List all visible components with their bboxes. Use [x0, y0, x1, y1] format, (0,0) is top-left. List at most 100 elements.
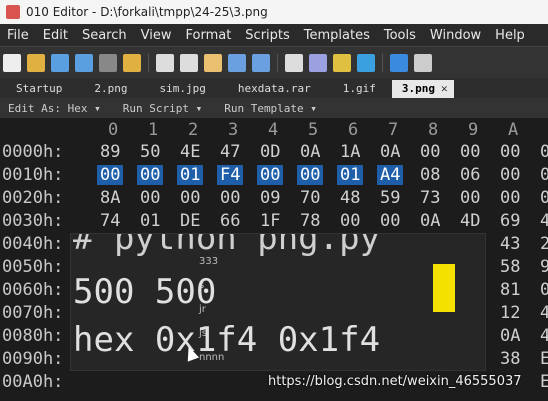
open-folder-icon[interactable]: [27, 54, 45, 72]
hex-byte[interactable]: 12: [500, 303, 520, 323]
copy-icon[interactable]: [180, 54, 198, 72]
hex-byte[interactable]: 66: [220, 211, 240, 231]
hex-byte[interactable]: 00: [460, 142, 480, 162]
folder-icon[interactable]: [123, 54, 141, 72]
hex-byte[interactable]: 48: [340, 188, 360, 208]
hex-byte[interactable]: 00: [500, 188, 520, 208]
hex-byte[interactable]: 47: [220, 142, 240, 162]
paste-icon[interactable]: [204, 54, 222, 72]
hex-byte[interactable]: 01: [140, 211, 160, 231]
replace-icon[interactable]: [309, 54, 327, 72]
hex-byte[interactable]: 0D: [540, 142, 548, 162]
redo-icon[interactable]: [252, 54, 270, 72]
hex-byte[interactable]: 50: [140, 142, 160, 162]
run-template-dropdown[interactable]: Run Template ▾: [224, 102, 317, 115]
tab-2-png[interactable]: 2.png: [78, 80, 143, 98]
menu-help[interactable]: Help: [488, 28, 532, 43]
hex-byte[interactable]: 01: [177, 165, 204, 185]
tab-sim-jpg[interactable]: sim.jpg: [143, 80, 221, 98]
hex-byte[interactable]: 0D: [260, 142, 280, 162]
hex-byte[interactable]: 01: [337, 165, 364, 185]
hex-byte[interactable]: 73: [420, 188, 440, 208]
menu-view[interactable]: View: [134, 28, 179, 43]
format-icon[interactable]: [414, 54, 432, 72]
hex-byte[interactable]: E: [540, 349, 548, 369]
menu-file[interactable]: File: [0, 28, 36, 43]
hex-byte[interactable]: 69: [500, 211, 520, 231]
hex-byte[interactable]: 00: [180, 188, 200, 208]
hex-byte[interactable]: 0A: [300, 142, 320, 162]
cut-icon[interactable]: [156, 54, 174, 72]
hex-byte[interactable]: 43: [540, 211, 548, 231]
hex-byte[interactable]: 00: [297, 165, 324, 185]
hex-byte[interactable]: 00: [380, 211, 400, 231]
hex-byte[interactable]: 59: [380, 188, 400, 208]
undo-icon[interactable]: [228, 54, 246, 72]
hex-byte[interactable]: 4: [540, 326, 548, 346]
hex-byte[interactable]: 09: [260, 188, 280, 208]
save-icon[interactable]: [51, 54, 69, 72]
menu-format[interactable]: Format: [178, 28, 238, 43]
new-file-icon[interactable]: [3, 54, 21, 72]
hex-byte[interactable]: 00: [137, 165, 164, 185]
tab-1-gif[interactable]: 1.gif: [327, 80, 392, 98]
edit-as-dropdown[interactable]: Edit As: Hex ▾: [8, 102, 101, 115]
hex-byte[interactable]: 70: [300, 188, 320, 208]
hex-byte[interactable]: 89: [100, 142, 120, 162]
hex-byte[interactable]: 58: [500, 257, 520, 277]
close-icon[interactable]: ✕: [441, 82, 448, 95]
hex-byte[interactable]: 0A: [380, 142, 400, 162]
hex-byte[interactable]: 00: [340, 211, 360, 231]
hex-byte[interactable]: 00: [97, 165, 124, 185]
print-icon[interactable]: [99, 54, 117, 72]
hex-byte[interactable]: 1F: [260, 211, 280, 231]
hex-byte[interactable]: 1A: [340, 142, 360, 162]
column-header: 7: [388, 120, 399, 140]
hex-byte[interactable]: A4: [377, 165, 404, 185]
hex-byte[interactable]: 0: [540, 280, 548, 300]
hex-byte[interactable]: 00: [257, 165, 284, 185]
hex-byte[interactable]: E: [540, 372, 548, 392]
hex-byte[interactable]: 8A: [100, 188, 120, 208]
hex-byte[interactable]: 00: [540, 165, 548, 185]
hex-byte[interactable]: 0E: [540, 188, 548, 208]
save-all-icon[interactable]: [75, 54, 93, 72]
menu-window[interactable]: Window: [423, 28, 488, 43]
hex-byte[interactable]: 74: [100, 211, 120, 231]
tab-3-png[interactable]: 3.png ✕: [391, 80, 454, 98]
hex-byte[interactable]: 2: [540, 234, 548, 254]
font-icon[interactable]: [390, 54, 408, 72]
hex-byte[interactable]: 4E: [180, 142, 200, 162]
menu-tools[interactable]: Tools: [377, 28, 423, 43]
hex-byte[interactable]: 4D: [460, 211, 480, 231]
hex-byte[interactable]: DE: [180, 211, 200, 231]
hex-byte[interactable]: 00: [420, 142, 440, 162]
hex-byte[interactable]: 38: [500, 349, 520, 369]
hex-byte[interactable]: 00: [500, 142, 520, 162]
hex-byte[interactable]: 78: [300, 211, 320, 231]
tab-label: hexdata.rar: [237, 82, 311, 95]
hex-byte[interactable]: 0A: [420, 211, 440, 231]
hex-byte[interactable]: 00: [140, 188, 160, 208]
find-icon[interactable]: [285, 54, 303, 72]
hex-byte[interactable]: 9: [540, 257, 548, 277]
hex-byte[interactable]: 08: [420, 165, 440, 185]
menu-edit[interactable]: Edit: [36, 28, 75, 43]
hex-byte[interactable]: 00: [500, 165, 520, 185]
hex-byte[interactable]: 06: [460, 165, 480, 185]
find-in-files-icon[interactable]: [333, 54, 351, 72]
hex-byte[interactable]: 00: [220, 188, 240, 208]
goto-icon[interactable]: [357, 54, 375, 72]
hex-byte[interactable]: 4: [540, 303, 548, 323]
hex-byte[interactable]: 0A: [500, 326, 520, 346]
menu-scripts[interactable]: Scripts: [238, 28, 296, 43]
hex-byte[interactable]: F4: [217, 165, 244, 185]
tab-startup[interactable]: Startup: [0, 80, 78, 98]
run-script-dropdown[interactable]: Run Script ▾: [123, 102, 202, 115]
menu-search[interactable]: Search: [75, 28, 134, 43]
hex-byte[interactable]: 81: [500, 280, 520, 300]
menu-templates[interactable]: Templates: [297, 28, 377, 43]
hex-byte[interactable]: 00: [460, 188, 480, 208]
tab-hexdata-rar[interactable]: hexdata.rar: [222, 80, 327, 98]
hex-byte[interactable]: 43: [500, 234, 520, 254]
